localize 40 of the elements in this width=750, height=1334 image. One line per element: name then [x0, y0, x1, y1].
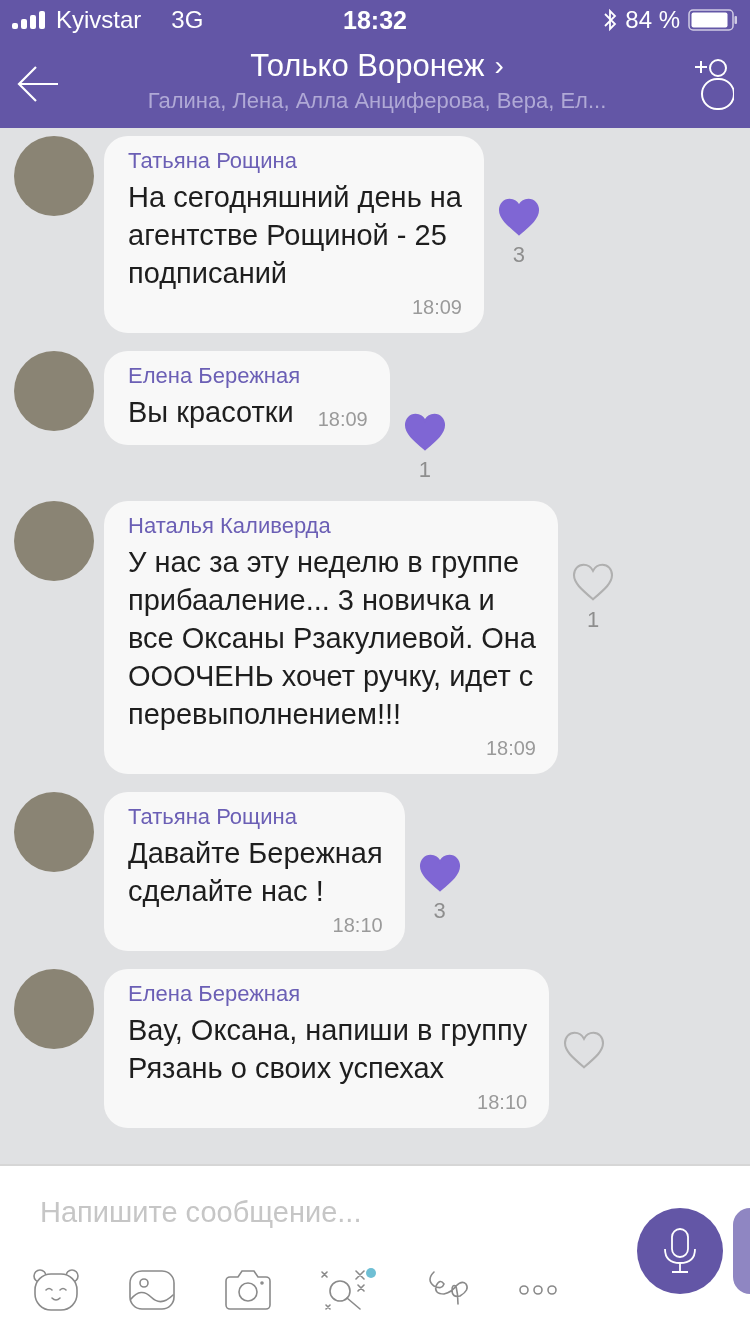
search-icon[interactable]: [320, 1267, 378, 1313]
sender-name[interactable]: Татьяна Рощина: [128, 148, 462, 174]
filled-heart-icon[interactable]: [418, 854, 461, 892]
bluetooth-icon: [603, 8, 618, 32]
message-time: 18:10: [476, 1091, 528, 1114]
network-type: 3G: [171, 6, 204, 34]
message-text: Давайте Бережная сделайте нас !: [128, 836, 383, 909]
clock-time: 18:32: [343, 5, 407, 35]
chevron-icon[interactable]: ›: [494, 50, 504, 82]
filled-heart-icon[interactable]: [497, 198, 540, 236]
camera-icon[interactable]: [224, 1269, 272, 1311]
message-time: 18:09: [410, 296, 462, 319]
sender-name[interactable]: Елена Бережная: [128, 981, 528, 1007]
like-count: 1: [586, 607, 600, 633]
chat-title[interactable]: Только Воронеж: [250, 48, 485, 84]
message-time: 18:10: [331, 914, 383, 937]
more-icon[interactable]: [518, 1284, 558, 1296]
message-text: На сегодняшний день на агентстве Рощиной - 25 подписаний: [128, 180, 462, 291]
message-text: Вау, Оксана, напиши в группу Рязань о своих успехах: [128, 1013, 528, 1086]
sticker-bear-icon[interactable]: [32, 1268, 80, 1312]
sender-name[interactable]: Татьяна Рощина: [128, 804, 383, 830]
round-button[interactable]: [733, 1208, 750, 1294]
battery-percent: 84 %: [625, 6, 680, 34]
like-count: 3: [512, 242, 526, 268]
add-person-button[interactable]: [694, 58, 734, 110]
like-count: 1: [418, 457, 431, 483]
signal-icon: [12, 11, 48, 29]
carrier-name: Kyivstar: [56, 6, 142, 34]
message-text: Вы красотки: [128, 395, 294, 430]
like-count: 3: [433, 898, 446, 924]
member-list: Галина, Лена, Алла Анциферова, Вера, Ел...: [147, 88, 607, 114]
message-time: 18:09: [484, 737, 536, 760]
sender-name[interactable]: Наталья Каливерда: [128, 513, 536, 539]
battery-icon: [688, 9, 738, 31]
back-button[interactable]: [16, 65, 60, 103]
sender-name[interactable]: Елена Бережная: [128, 363, 368, 389]
filled-heart-icon[interactable]: [403, 413, 446, 451]
message-text: У нас за эту неделю в группе прибааление... 3 новичка и все Оксаны Рзакулиевой. Она ОООЧЕНЬ хочет ручку, идет с перевыполнением!!!: [128, 545, 536, 732]
message-time: 18:09: [316, 408, 368, 431]
gallery-icon[interactable]: [128, 1269, 176, 1311]
